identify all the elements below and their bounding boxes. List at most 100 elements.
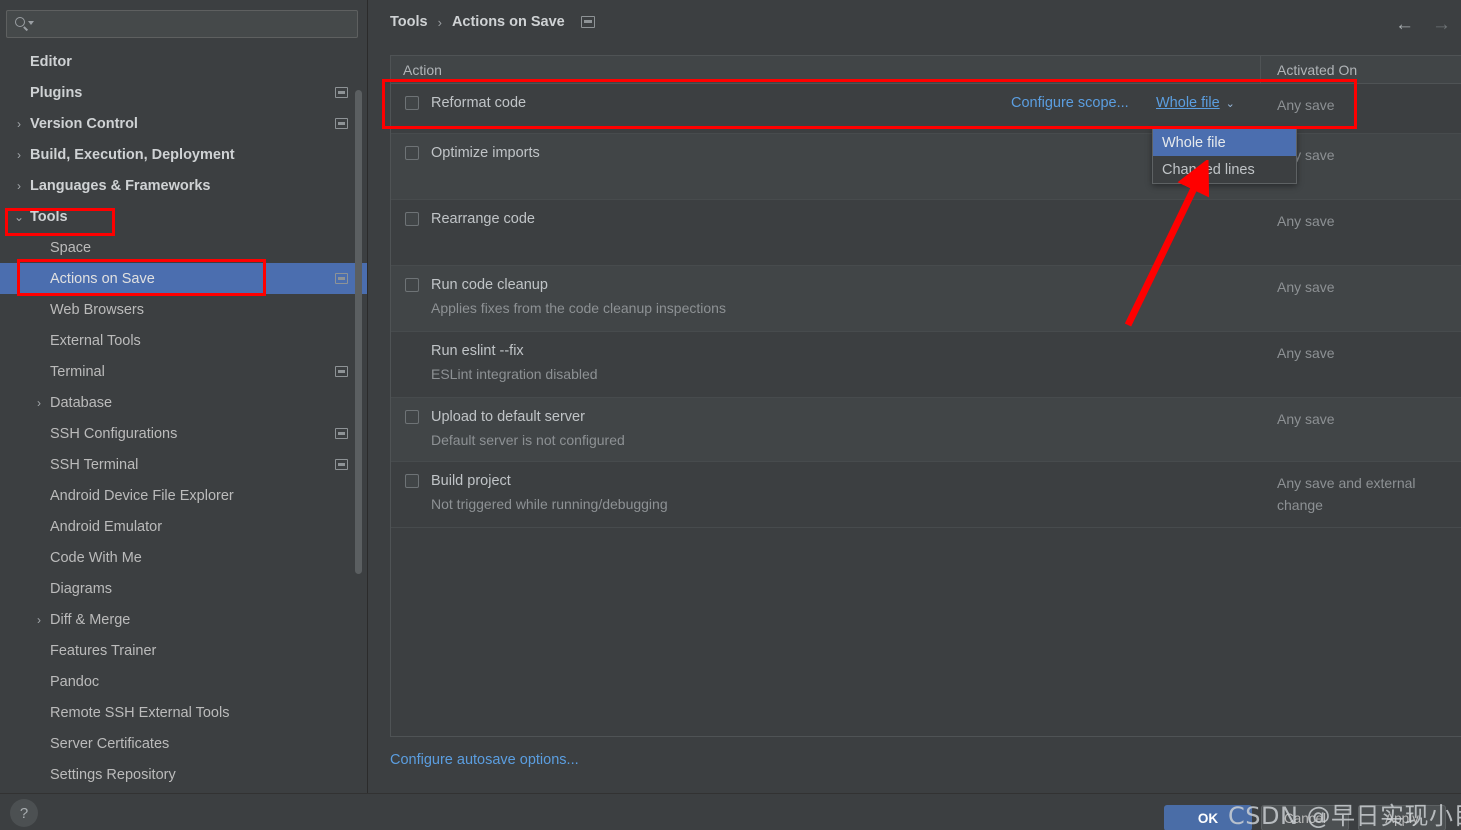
table-row[interactable]: Build project Not triggered while running… — [391, 462, 1461, 528]
settings-dialog: Editor Plugins › Version Control › Build, Exe… — [0, 0, 1461, 830]
sidebar-item-label: Terminal — [50, 363, 105, 380]
action-title: Run eslint --fix — [431, 343, 524, 359]
sidebar-item-features-trainer[interactable]: Features Trainer — [0, 635, 368, 666]
activated-on-value: Any save — [1277, 411, 1335, 427]
chevron-right-icon[interactable]: › — [32, 614, 46, 626]
search-input[interactable] — [37, 12, 357, 36]
column-header-activated-on: Activated On — [1277, 62, 1358, 78]
sidebar-item-terminal[interactable]: Terminal — [0, 356, 368, 387]
sidebar-item-label: Code With Me — [50, 549, 142, 566]
sidebar-scrollbar[interactable] — [355, 90, 362, 574]
settings-sidebar: Editor Plugins › Version Control › Build, Exe… — [0, 0, 368, 793]
sidebar-item-label: SSH Terminal — [50, 456, 139, 473]
table-row[interactable]: Run code cleanup Applies fixes from the c… — [391, 266, 1461, 332]
column-divider — [1260, 56, 1261, 84]
search-icon[interactable] — [7, 11, 37, 37]
action-title: Reformat code — [431, 95, 527, 111]
settings-sync-icon — [335, 118, 348, 129]
help-button[interactable]: ? — [10, 799, 38, 827]
action-title: Upload to default server — [431, 409, 585, 425]
table-row[interactable]: Upload to default server Default server i… — [391, 398, 1461, 462]
back-arrow-icon[interactable]: ← — [1395, 14, 1414, 36]
breadcrumb-root[interactable]: Tools — [390, 14, 428, 30]
sidebar-item-diff-merge[interactable]: › Diff & Merge — [0, 604, 368, 635]
sidebar-item-settings-repository[interactable]: Settings Repository — [0, 759, 368, 790]
action-checkbox[interactable] — [405, 146, 419, 160]
sidebar-item-diagrams[interactable]: Diagrams — [0, 573, 368, 604]
sidebar-item-build-execution-deployment[interactable]: › Build, Execution, Deployment — [0, 139, 368, 170]
action-checkbox[interactable] — [405, 474, 419, 488]
chevron-right-icon[interactable]: › — [12, 118, 26, 130]
action-checkbox[interactable] — [405, 278, 419, 292]
sidebar-item-label: Diagrams — [50, 580, 113, 597]
scope-combobox[interactable]: Whole file ⌄ — [1156, 95, 1235, 111]
sidebar-item-android-emulator[interactable]: Android Emulator — [0, 511, 368, 542]
configure-scope-link[interactable]: Configure scope... — [1011, 95, 1129, 111]
table-body: Reformat code Any save Configure scope... W… — [391, 84, 1461, 528]
search-box[interactable] — [6, 10, 358, 38]
chevron-right-icon[interactable]: › — [32, 397, 46, 409]
dropdown-option[interactable]: Whole file — [1153, 129, 1296, 156]
sidebar-item-label: Editor — [30, 53, 72, 70]
main-panel: Tools › Actions on Save ← → Action Activ… — [368, 0, 1461, 793]
settings-sync-icon — [335, 87, 348, 98]
sidebar-item-plugins[interactable]: Plugins — [0, 77, 368, 108]
breadcrumb-current: Actions on Save — [451, 14, 565, 30]
sidebar-item-android-device-file-explorer[interactable]: Android Device File Explorer — [0, 480, 368, 511]
sidebar-item-version-control[interactable]: › Version Control — [0, 108, 368, 139]
sidebar-item-external-tools[interactable]: External Tools — [0, 325, 368, 356]
project-scope-icon — [580, 16, 595, 28]
sidebar-item-ssh-configurations[interactable]: SSH Configurations — [0, 418, 368, 449]
settings-sync-icon — [335, 428, 348, 439]
chevron-down-icon[interactable]: ⌄ — [12, 211, 26, 223]
sidebar-item-label: Space — [50, 239, 92, 256]
activated-on-value: Any save — [1277, 345, 1335, 361]
action-checkbox[interactable] — [405, 212, 419, 226]
activated-on-value: Any save — [1277, 97, 1335, 113]
action-title: Optimize imports — [431, 145, 540, 161]
sidebar-item-space[interactable]: Space — [0, 232, 368, 263]
activated-on-value: Any save — [1277, 279, 1335, 295]
sidebar-item-label: Server Certificates — [50, 735, 170, 752]
sidebar-item-server-certificates[interactable]: Server Certificates — [0, 728, 368, 759]
settings-tree: Editor Plugins › Version Control › Build, Exe… — [0, 46, 368, 793]
sidebar-item-web-browsers[interactable]: Web Browsers — [0, 294, 368, 325]
table-row[interactable]: Run eslint --fix ESLint integration disab… — [391, 332, 1461, 398]
settings-sync-icon — [335, 366, 348, 377]
forward-arrow-icon[interactable]: → — [1432, 14, 1451, 36]
sidebar-item-code-with-me[interactable]: Code With Me — [0, 542, 368, 573]
sidebar-item-label: Remote SSH External Tools — [50, 704, 230, 721]
action-checkbox[interactable] — [405, 96, 419, 110]
sidebar-item-actions-on-save[interactable]: Actions on Save — [0, 263, 368, 294]
activated-on-value: Any save — [1277, 147, 1335, 163]
sidebar-item-editor[interactable]: Editor — [0, 46, 368, 77]
chevron-right-icon[interactable]: › — [12, 180, 26, 192]
sidebar-item-languages-frameworks[interactable]: › Languages & Frameworks — [0, 170, 368, 201]
sidebar-item-label: External Tools — [50, 332, 141, 349]
sidebar-item-label: Features Trainer — [50, 642, 157, 659]
navigation-arrows: ← → — [1395, 14, 1451, 36]
action-title: Run code cleanup — [431, 277, 548, 293]
action-description: Not triggered while running/debugging — [431, 496, 668, 512]
table-header: Action Activated On — [391, 56, 1461, 84]
chevron-down-icon[interactable]: ⌄ — [1226, 97, 1235, 110]
chevron-right-icon[interactable]: › — [12, 149, 26, 161]
table-row[interactable]: Optimize imports Any save — [391, 134, 1461, 200]
sidebar-item-database[interactable]: › Database — [0, 387, 368, 418]
sidebar-item-remote-ssh-external-tools[interactable]: Remote SSH External Tools — [0, 697, 368, 728]
breadcrumb: Tools › Actions on Save — [390, 14, 595, 30]
breadcrumb-separator-icon: › — [437, 14, 442, 30]
annotation-arrow — [1124, 160, 1210, 327]
sidebar-item-ssh-terminal[interactable]: SSH Terminal — [0, 449, 368, 480]
sidebar-item-tools[interactable]: ⌄ Tools — [0, 201, 368, 232]
sidebar-item-label: Android Emulator — [50, 518, 163, 535]
action-description: Default server is not configured — [431, 432, 625, 448]
sidebar-item-pandoc[interactable]: Pandoc — [0, 666, 368, 697]
table-row[interactable]: Rearrange code Any save — [391, 200, 1461, 266]
sidebar-item-label: Actions on Save — [50, 270, 155, 287]
activated-on-value: Any save — [1277, 213, 1335, 229]
table-row[interactable]: Reformat code Any save Configure scope... W… — [391, 84, 1461, 134]
action-checkbox[interactable] — [405, 410, 419, 424]
configure-autosave-link[interactable]: Configure autosave options... — [390, 752, 579, 768]
sidebar-item-label: Android Device File Explorer — [50, 487, 234, 504]
